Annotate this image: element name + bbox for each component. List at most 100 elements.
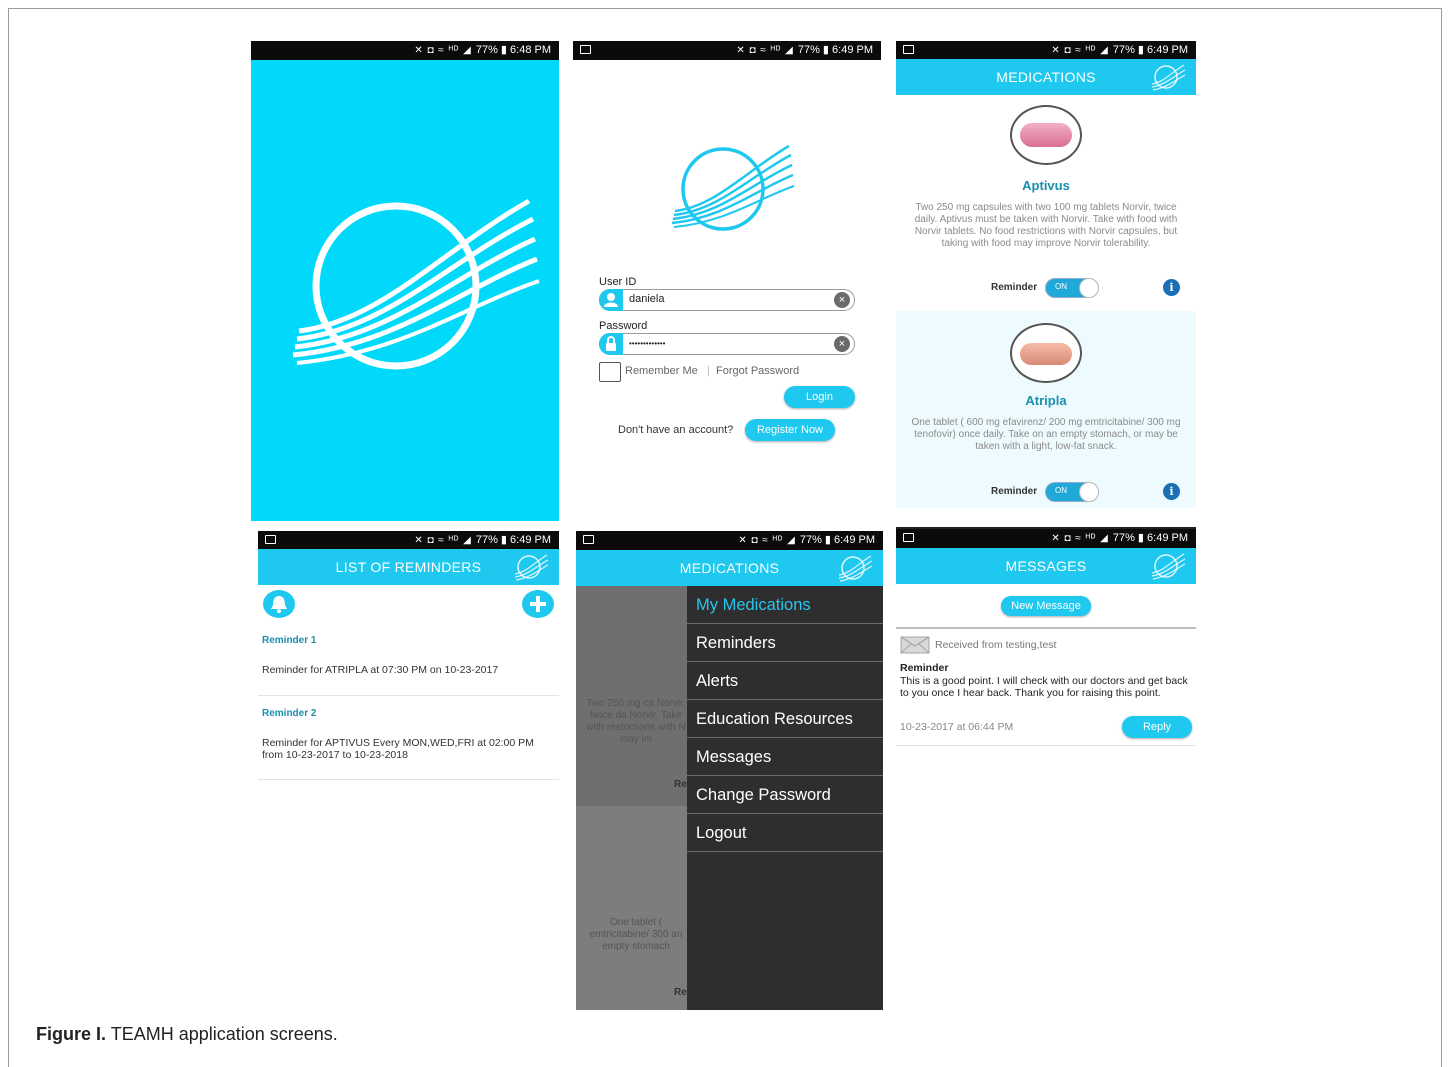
medication-card: Aptivus Two 250 mg capsules with two 100… bbox=[896, 95, 1196, 311]
register-now-button[interactable]: Register Now bbox=[745, 419, 835, 441]
divider bbox=[896, 627, 1196, 629]
alarm-button[interactable] bbox=[263, 590, 295, 618]
clear-icon[interactable]: × bbox=[834, 292, 850, 308]
status-bar: ✕ ◘ ≈ ᴴᴰ ◢ 77% ▮ 6:49 PM bbox=[576, 531, 883, 550]
battery-level: 77% bbox=[475, 534, 498, 546]
page-title: MEDICATIONS bbox=[679, 560, 780, 576]
menu-item-change-password[interactable]: Change Password bbox=[687, 776, 883, 814]
reminders-screen: ✕ ◘ ≈ ᴴᴰ ◢ 77% ▮ 6:49 PM LIST OF REMINDER… bbox=[258, 531, 559, 791]
dimmed-text: One tablet ( emtricitabine/ 300 an empty… bbox=[589, 917, 683, 952]
password-value: ••••••••••••• bbox=[629, 339, 666, 348]
teamh-logo-icon bbox=[292, 198, 540, 370]
status-time: 6:49 PM bbox=[1147, 44, 1188, 56]
dimmed-text: Two 250 mg ca Norvir, twice da Norvir. T… bbox=[586, 698, 686, 745]
dimmed-text: Re bbox=[674, 987, 687, 998]
gallery-notification-icon bbox=[583, 535, 594, 544]
status-time: 6:49 PM bbox=[834, 534, 875, 546]
battery-level: 77% bbox=[797, 44, 820, 56]
status-bar: ✕ ◘ ≈ ᴴᴰ ◢ 77% ▮ 6:49 PM bbox=[573, 41, 881, 60]
password-field[interactable]: ••••••••••••• × bbox=[599, 333, 855, 355]
battery-level: 77% bbox=[475, 44, 498, 56]
reminder-row: Reminder ON i bbox=[896, 277, 1196, 299]
menu-item-logout[interactable]: Logout bbox=[687, 814, 883, 852]
medication-name: Atripla bbox=[1025, 393, 1067, 408]
dimmed-text: Re bbox=[674, 779, 687, 790]
reminder-title: Reminder 2 bbox=[262, 708, 317, 719]
dimmed-card-top bbox=[576, 586, 687, 806]
drawer-screen: ✕ ◘ ≈ ᴴᴰ ◢ 77% ▮ 6:49 PM MEDICATIONS Two … bbox=[576, 531, 883, 1010]
info-icon[interactable]: i bbox=[1163, 279, 1180, 296]
menu-item-education-resources[interactable]: Education Resources bbox=[687, 700, 883, 738]
lock-icon bbox=[599, 333, 623, 355]
status-time: 6:49 PM bbox=[832, 44, 873, 56]
status-icons: ✕ ◘ ≈ ᴴᴰ ◢ bbox=[414, 45, 472, 56]
forgot-password-link[interactable]: Forgot Password bbox=[716, 365, 799, 377]
status-bar: ✕ ◘ ≈ ᴴᴰ ◢ 77% ▮ 6:49 PM bbox=[896, 529, 1196, 548]
status-icons: ✕ ◘ ≈ ᴴᴰ ◢ bbox=[1051, 45, 1109, 56]
reminder-toggle[interactable]: ON bbox=[1045, 482, 1099, 502]
gallery-notification-icon bbox=[903, 45, 914, 54]
status-bar: ✕ ◘ ≈ ᴴᴰ ◢ 77% ▮ 6:49 PM bbox=[258, 531, 559, 550]
capsule-icon bbox=[1020, 123, 1072, 147]
link-separator: | bbox=[707, 365, 710, 377]
battery-level: 77% bbox=[1112, 44, 1135, 56]
message-date: 10-23-2017 at 06:44 PM bbox=[900, 721, 1014, 733]
reminder-text: Reminder for APTIVUS Every MON,WED,FRI a… bbox=[262, 737, 534, 761]
user-id-field[interactable]: daniela × bbox=[599, 289, 855, 311]
login-screen: ✕ ◘ ≈ ᴴᴰ ◢ 77% ▮ 6:49 PM User ID daniela … bbox=[573, 41, 881, 461]
remember-me-checkbox[interactable] bbox=[599, 362, 621, 382]
user-id-label: User ID bbox=[599, 276, 637, 288]
medication-description: One tablet ( 600 mg efavirenz/ 200 mg em… bbox=[911, 417, 1181, 452]
login-button[interactable]: Login bbox=[784, 386, 855, 408]
clear-icon[interactable]: × bbox=[834, 336, 850, 352]
gallery-notification-icon bbox=[265, 535, 276, 544]
message-subject: Reminder bbox=[900, 662, 949, 674]
teamh-logo-icon bbox=[671, 144, 795, 231]
status-icons: ✕ ◘ ≈ ᴴᴰ ◢ bbox=[738, 535, 796, 546]
page-title: MEDICATIONS bbox=[996, 69, 1096, 85]
app-bar: MEDICATIONS bbox=[576, 550, 883, 586]
messages-screen: ✕ ◘ ≈ ᴴᴰ ◢ 77% ▮ 6:49 PM MESSAGES New Mes… bbox=[896, 527, 1196, 747]
navigation-drawer: My Medications Reminders Alerts Educatio… bbox=[687, 586, 883, 1010]
plus-icon bbox=[530, 596, 546, 612]
user-id-value: daniela bbox=[629, 293, 665, 305]
teamh-logo-icon bbox=[838, 555, 873, 582]
splash-screen: ✕ ◘ ≈ ᴴᴰ ◢ 77% ▮ 6:48 PM bbox=[251, 41, 559, 521]
app-bar: LIST OF REMINDERS bbox=[258, 549, 559, 585]
reminder-title: Reminder 1 bbox=[262, 635, 317, 646]
divider bbox=[896, 745, 1196, 746]
add-reminder-button[interactable] bbox=[522, 590, 554, 618]
info-icon[interactable]: i bbox=[1163, 483, 1180, 500]
remember-me-label: Remember Me bbox=[625, 365, 698, 377]
tablet-icon bbox=[1020, 343, 1072, 365]
status-bar: ✕ ◘ ≈ ᴴᴰ ◢ 77% ▮ 6:49 PM bbox=[896, 41, 1196, 60]
status-time: 6:48 PM bbox=[510, 44, 551, 56]
menu-item-messages[interactable]: Messages bbox=[687, 738, 883, 776]
status-icons: ✕ ◘ ≈ ᴴᴰ ◢ bbox=[736, 45, 794, 56]
reminder-row: Reminder ON i bbox=[896, 481, 1196, 503]
pill-image bbox=[1010, 323, 1082, 383]
reminder-label: Reminder bbox=[991, 282, 1038, 293]
envelope-icon bbox=[900, 636, 930, 654]
new-message-button[interactable]: New Message bbox=[1001, 596, 1091, 616]
dimmed-content: Two 250 mg ca Norvir, twice da Norvir. T… bbox=[576, 586, 687, 1010]
reply-button[interactable]: Reply bbox=[1122, 716, 1192, 738]
menu-item-my-medications[interactable]: My Medications bbox=[687, 586, 883, 624]
medication-description: Two 250 mg capsules with two 100 mg tabl… bbox=[914, 202, 1178, 249]
teamh-logo-icon bbox=[514, 554, 549, 581]
status-icons: ✕ ◘ ≈ ᴴᴰ ◢ bbox=[414, 535, 472, 546]
medication-card: Atripla One tablet ( 600 mg efavirenz/ 2… bbox=[896, 311, 1196, 508]
app-bar: MESSAGES bbox=[896, 548, 1196, 584]
no-account-text: Don't have an account? bbox=[618, 424, 734, 436]
menu-item-alerts[interactable]: Alerts bbox=[687, 662, 883, 700]
battery-level: 77% bbox=[799, 534, 822, 546]
page-title: LIST OF REMINDERS bbox=[335, 559, 482, 575]
status-bar: ✕ ◘ ≈ ᴴᴰ ◢ 77% ▮ 6:48 PM bbox=[251, 41, 559, 60]
reminder-toggle[interactable]: ON bbox=[1045, 278, 1099, 298]
divider bbox=[258, 695, 559, 696]
message-body: This is a good point. I will check with … bbox=[900, 675, 1188, 699]
menu-item-reminders[interactable]: Reminders bbox=[687, 624, 883, 662]
pill-image bbox=[1010, 105, 1082, 165]
gallery-notification-icon bbox=[903, 533, 914, 542]
bell-icon bbox=[271, 596, 287, 613]
